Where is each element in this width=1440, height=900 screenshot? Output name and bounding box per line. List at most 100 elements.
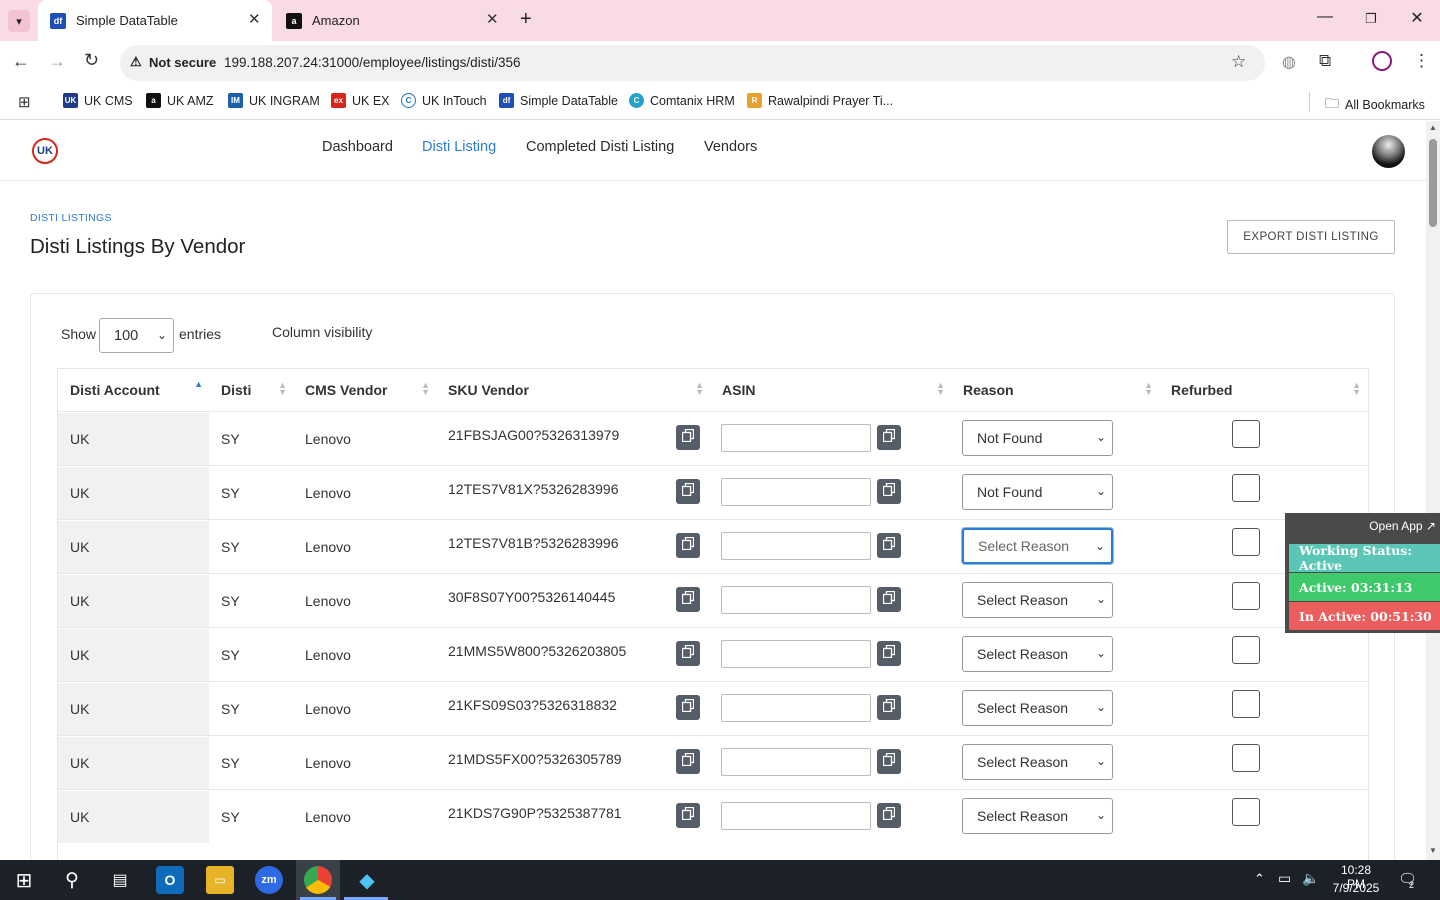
bookmark-star-icon[interactable]: ☆	[1231, 52, 1246, 72]
asin-input[interactable]	[721, 478, 871, 506]
search-icon[interactable]: ⚲	[58, 866, 86, 894]
network-icon[interactable]: ▭	[1278, 870, 1291, 887]
user-avatar[interactable]	[1372, 135, 1405, 168]
minimize-icon[interactable]: —	[1313, 8, 1337, 26]
refurbed-checkbox[interactable]	[1232, 474, 1260, 502]
bookmark-uk-cms[interactable]: UK UK CMS	[63, 93, 133, 108]
asin-input[interactable]	[721, 424, 871, 452]
copy-sku-button[interactable]	[676, 533, 700, 558]
refurbed-checkbox[interactable]	[1232, 690, 1260, 718]
col-disti[interactable]: Disti ▲ ▼	[209, 369, 293, 411]
close-window-icon[interactable]: ✕	[1405, 8, 1429, 28]
refurbed-checkbox[interactable]	[1232, 636, 1260, 664]
bookmark-uk-ingram[interactable]: IM UK INGRAM	[228, 93, 320, 108]
copy-asin-button[interactable]	[877, 803, 901, 828]
copy-sku-button[interactable]	[676, 803, 700, 828]
reload-icon[interactable]: ↻	[84, 50, 99, 71]
open-app-link[interactable]: Open App ↗	[1369, 519, 1436, 533]
file-explorer-icon[interactable]: ▭	[206, 866, 234, 894]
copy-asin-button[interactable]	[877, 425, 901, 450]
menu-icon[interactable]: ⋮	[1413, 51, 1430, 71]
restore-icon[interactable]: ❐	[1359, 11, 1383, 27]
scroll-down-icon[interactable]: ▼	[1429, 846, 1437, 855]
refurbed-checkbox[interactable]	[1232, 744, 1260, 772]
refurbed-checkbox[interactable]	[1232, 528, 1260, 556]
col-reason[interactable]: Reason ▲ ▼	[951, 369, 1159, 411]
reason-select[interactable]: Select Reason ⌄	[962, 582, 1113, 618]
not-secure-label[interactable]: Not secure	[149, 55, 216, 70]
reason-select[interactable]: Select Reason ⌄	[962, 528, 1113, 564]
reason-select[interactable]: Not Found ⌄	[962, 474, 1113, 510]
tray-chevron-icon[interactable]: ⌃	[1254, 871, 1265, 887]
reason-select[interactable]: Select Reason ⌄	[962, 690, 1113, 726]
profile-icon[interactable]	[1372, 51, 1392, 71]
asin-input[interactable]	[721, 640, 871, 668]
scrollbar-thumb[interactable]	[1429, 139, 1437, 227]
outlook-icon[interactable]: O	[156, 866, 184, 894]
copy-asin-button[interactable]	[877, 749, 901, 774]
column-visibility-button[interactable]: Column visibility	[272, 324, 372, 340]
reason-select[interactable]: Select Reason ⌄	[962, 744, 1113, 780]
asin-input[interactable]	[721, 532, 871, 560]
nav-vendors[interactable]: Vendors	[704, 139, 757, 155]
copy-asin-button[interactable]	[877, 587, 901, 612]
volume-muted-icon[interactable]: 🔈	[1302, 870, 1319, 887]
nav-dashboard[interactable]: Dashboard	[322, 139, 393, 155]
zoom-icon[interactable]: zm	[255, 866, 283, 894]
nav-completed-disti-listing[interactable]: Completed Disti Listing	[526, 139, 674, 155]
task-view-icon[interactable]: ▤	[106, 866, 134, 894]
close-tab-icon[interactable]: ✕	[248, 10, 261, 28]
copy-sku-button[interactable]	[676, 425, 700, 450]
copy-sku-button[interactable]	[676, 641, 700, 666]
asin-input[interactable]	[721, 802, 871, 830]
copy-sku-button[interactable]	[676, 749, 700, 774]
nav-disti-listing[interactable]: Disti Listing	[422, 139, 496, 155]
tab-amazon[interactable]: a Amazon ✕	[274, 0, 508, 41]
close-tab-icon[interactable]: ✕	[486, 10, 499, 28]
clock-date[interactable]: 7/9/2025	[1331, 881, 1381, 895]
bookmark-simple-datatable[interactable]: df Simple DataTable	[499, 93, 618, 108]
reason-select[interactable]: Not Found ⌄	[962, 420, 1113, 456]
address-bar[interactable]: ⚠ Not secure 199.188.207.24:31000/employ…	[120, 45, 1265, 81]
all-bookmarks[interactable]: 🗀 All Bookmarks	[1325, 93, 1425, 117]
tab-simple-datatable[interactable]: df Simple DataTable ✕	[38, 0, 272, 41]
forward-icon[interactable]: →	[48, 51, 66, 72]
col-refurbed[interactable]: Refurbed ▲ ▼	[1159, 369, 1367, 411]
reason-select[interactable]: Select Reason ⌄	[962, 798, 1113, 834]
bookmark-uk-intouch[interactable]: C UK InTouch	[401, 93, 487, 108]
chrome-icon[interactable]	[304, 866, 332, 894]
apps-grid-icon[interactable]: ⊞	[18, 93, 31, 111]
tab-search-icon[interactable]: ▾	[8, 10, 30, 32]
copy-sku-button[interactable]	[676, 587, 700, 612]
extensions-icon[interactable]: ⧉	[1319, 51, 1331, 71]
refurbed-checkbox[interactable]	[1232, 582, 1260, 610]
asin-input[interactable]	[721, 748, 871, 776]
asin-input[interactable]	[721, 694, 871, 722]
asin-input[interactable]	[721, 586, 871, 614]
col-asin[interactable]: ASIN ▲ ▼	[710, 369, 951, 411]
col-disti-account[interactable]: Disti Account ▲	[58, 369, 209, 411]
copy-sku-button[interactable]	[676, 695, 700, 720]
refurbed-checkbox[interactable]	[1232, 420, 1260, 448]
url-text[interactable]: 199.188.207.24:31000/employee/listings/d…	[224, 55, 520, 70]
refurbed-checkbox[interactable]	[1232, 798, 1260, 826]
bookmark-rawalpindi-prayer[interactable]: R Rawalpindi Prayer Ti...	[747, 93, 893, 108]
bookmark-uk-amz[interactable]: a UK AMZ	[146, 93, 214, 108]
reason-select[interactable]: Select Reason ⌄	[962, 636, 1113, 672]
app-diamond-icon[interactable]: ◆	[353, 866, 381, 894]
col-sku-vendor[interactable]: SKU Vendor ▲ ▼	[436, 369, 710, 411]
new-tab-icon[interactable]: +	[520, 8, 532, 31]
bookmark-uk-ex[interactable]: ex UK EX	[331, 93, 390, 108]
entries-select[interactable]: 100 ⌄	[99, 318, 174, 353]
export-disti-listing-button[interactable]: EXPORT DISTI LISTING	[1227, 220, 1395, 254]
copy-asin-button[interactable]	[877, 641, 901, 666]
windows-start-icon[interactable]: ⊞	[10, 866, 38, 894]
scroll-up-icon[interactable]: ▲	[1429, 123, 1437, 132]
copy-asin-button[interactable]	[877, 695, 901, 720]
notifications-icon[interactable]: 🗨	[1398, 870, 1417, 888]
back-icon[interactable]: ←	[12, 51, 30, 72]
copy-asin-button[interactable]	[877, 479, 901, 504]
page-scrollbar[interactable]: ▲ ▼	[1426, 121, 1440, 860]
copy-sku-button[interactable]	[676, 479, 700, 504]
translate-icon[interactable]: ◍	[1282, 52, 1296, 72]
